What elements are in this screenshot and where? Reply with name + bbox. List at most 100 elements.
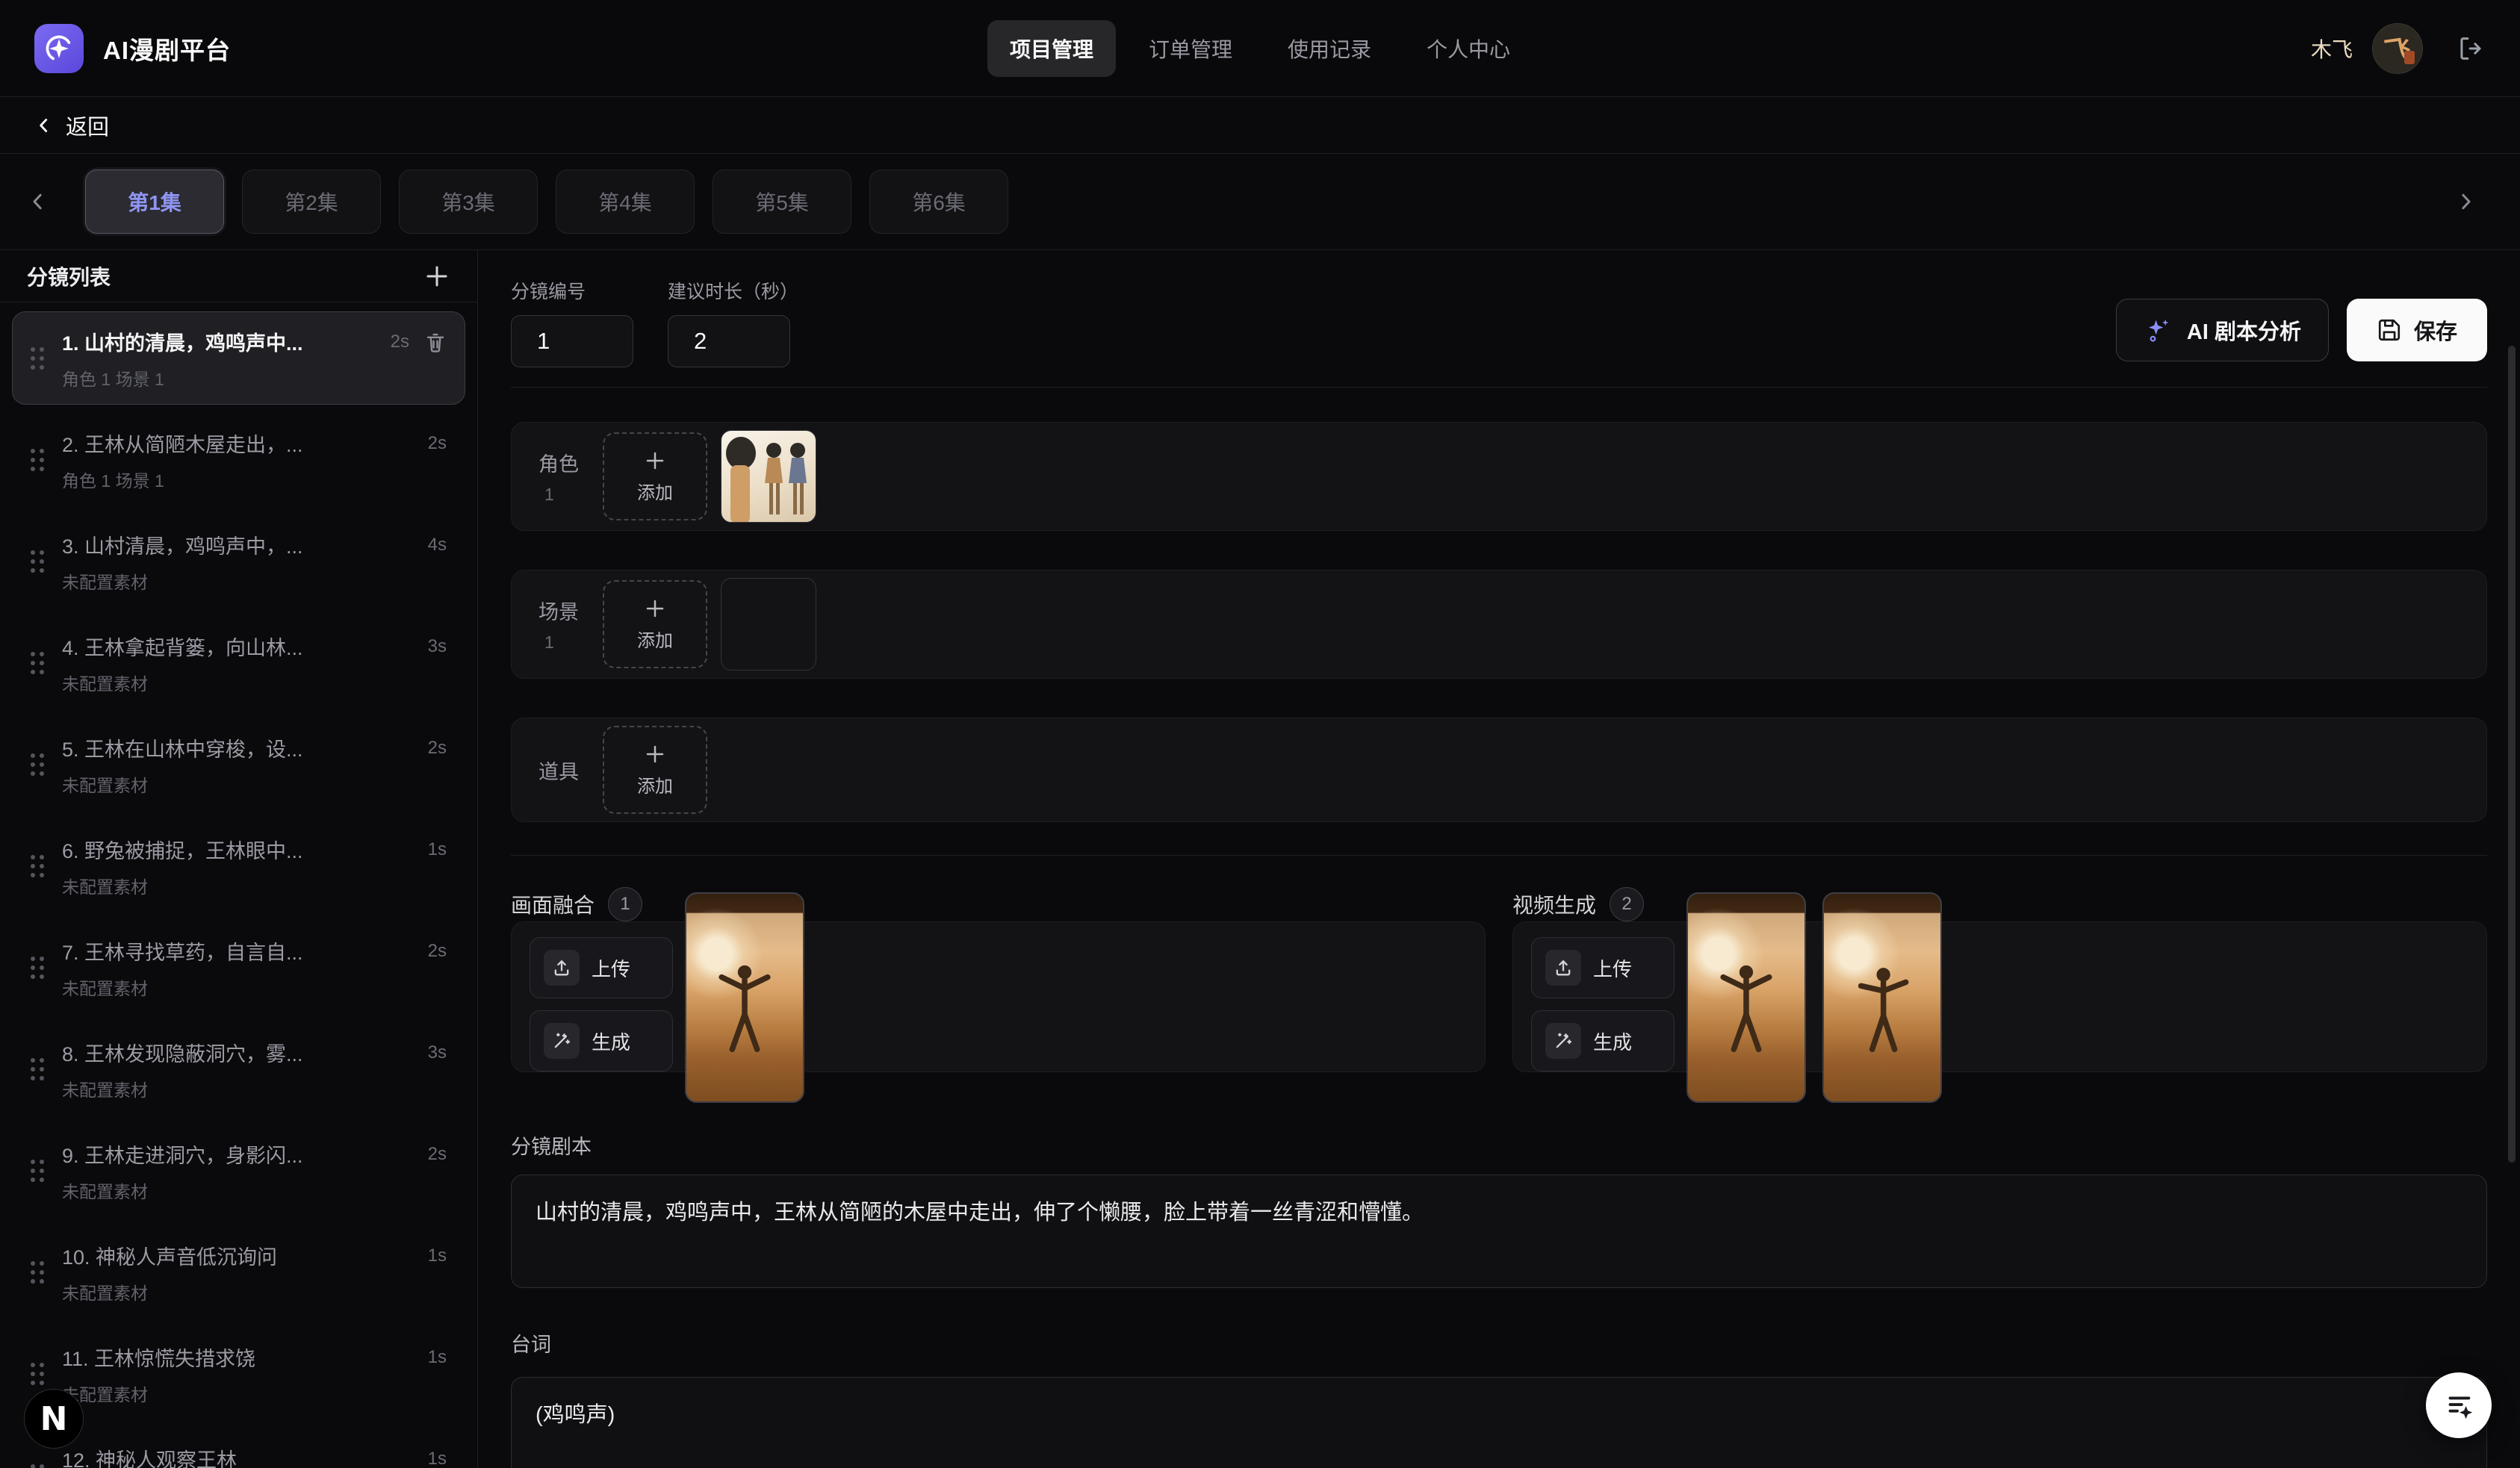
sparkle-logo-icon [43, 32, 75, 65]
shot-title: 11. 王林惊慌失措求饶 [62, 1343, 418, 1372]
video-thumbnail-1[interactable] [1686, 892, 1806, 1103]
episode-tab[interactable]: 第1集 [85, 169, 224, 234]
shot-number-input[interactable]: 1 [511, 315, 633, 367]
duration-input[interactable]: 2 [668, 315, 790, 367]
shot-list-item[interactable]: 4. 王林拿起背篓，向山林... 3s 未配置素材 [12, 616, 465, 709]
drag-handle-icon[interactable] [31, 347, 44, 370]
episode-tab[interactable]: 第4集 [556, 169, 695, 234]
ai-script-analysis-button[interactable]: AI 剧本分析 [2116, 299, 2329, 361]
shot-meta: 未配置素材 [62, 1279, 447, 1304]
character-row: 角色 1 添加 [511, 422, 2487, 531]
lines-textarea[interactable]: (鸡鸣声) [511, 1377, 2487, 1468]
shot-list-sidebar: 分镜列表 1. 山村的清晨，鸡鸣声中... 2s [0, 250, 478, 1468]
shot-list-title: 分镜列表 [27, 261, 111, 291]
nav-item[interactable]: 使用记录 [1265, 20, 1394, 77]
add-shot-button[interactable] [423, 263, 450, 290]
logout-button[interactable] [2456, 34, 2486, 63]
scene-thumbnail[interactable] [721, 578, 816, 671]
plus-icon [644, 743, 666, 765]
generate-label: 生成 [1593, 1027, 1632, 1055]
tabs-next-button[interactable] [2450, 186, 2481, 217]
add-scene-button[interactable]: 添加 [603, 580, 707, 668]
shot-list-item[interactable]: 10. 神秘人声音低沉询问 1s 未配置素材 [12, 1225, 465, 1319]
back-button[interactable]: 返回 [34, 110, 109, 141]
video-thumbnail-2[interactable] [1822, 892, 1942, 1103]
episode-tab[interactable]: 第3集 [399, 169, 538, 234]
shot-duration: 3s [428, 636, 447, 657]
shot-duration: 2s [391, 332, 409, 352]
character-count: 1 [539, 485, 603, 505]
save-button[interactable]: 保存 [2347, 299, 2487, 361]
drag-handle-icon[interactable] [31, 449, 44, 471]
drag-handle-icon[interactable] [31, 1160, 44, 1182]
drag-handle-icon[interactable] [31, 957, 44, 979]
shot-meta: 未配置素材 [62, 771, 447, 797]
nav-item[interactable]: 订单管理 [1126, 20, 1255, 77]
episode-tab[interactable]: 第5集 [713, 169, 851, 234]
ai-analysis-label: AI 剧本分析 [2187, 314, 2301, 346]
shot-list-item[interactable]: 2. 王林从简陋木屋走出，... 2s 角色 1 场景 1 [12, 413, 465, 506]
prop-label: 道具 [539, 756, 603, 785]
video-generate-button[interactable]: 生成 [1531, 1010, 1675, 1072]
shot-meta: 未配置素材 [62, 1381, 447, 1406]
episode-tab[interactable]: 第2集 [242, 169, 381, 234]
shot-list-item[interactable]: 12. 神秘人观察王林 1s 未配置素材 [12, 1428, 465, 1468]
avatar[interactable]: 飞 [2372, 23, 2423, 74]
shot-title: 7. 王林寻找草药，自言自... [62, 936, 418, 965]
back-row: 返回 [0, 97, 2520, 154]
nav-item-label: 项目管理 [1010, 34, 1093, 63]
shot-list-item[interactable]: 8. 王林发现隐蔽洞穴，雾... 3s 未配置素材 [12, 1022, 465, 1116]
drag-handle-icon[interactable] [31, 652, 44, 674]
upload-label: 上传 [1593, 954, 1632, 982]
drag-handle-icon[interactable] [31, 1058, 44, 1080]
shot-list-item[interactable]: 5. 王林在山林中穿梭，设... 2s 未配置素材 [12, 718, 465, 811]
scrollbar-thumb[interactable] [2508, 346, 2516, 1163]
episode-tab[interactable]: 第6集 [869, 169, 1008, 234]
drag-handle-icon[interactable] [31, 1261, 44, 1284]
chevron-left-icon [34, 116, 54, 135]
shot-list-item[interactable]: 6. 野兔被捕捉，王林眼中... 1s 未配置素材 [12, 819, 465, 912]
drag-handle-icon[interactable] [31, 855, 44, 877]
script-textarea[interactable]: 山村的清晨，鸡鸣声中，王林从简陋的木屋中走出，伸了个懒腰，脸上带着一丝青涩和懵懂… [511, 1175, 2487, 1288]
shot-title: 4. 王林拿起背篓，向山林... [62, 632, 418, 661]
generate-label: 生成 [592, 1027, 630, 1055]
fusion-upload-button[interactable]: 上传 [530, 937, 673, 998]
shot-list-item[interactable]: 3. 山村清晨，鸡鸣声中，... 4s 未配置素材 [12, 514, 465, 608]
shot-list-item[interactable]: 7. 王林寻找草药，自言自... 2s 未配置素材 [12, 921, 465, 1014]
avatar-seal [2404, 51, 2415, 64]
nav-item[interactable]: 项目管理 [987, 20, 1116, 77]
episode-tab-label: 第2集 [285, 187, 338, 217]
character-thumbnail[interactable] [721, 430, 816, 523]
fusion-image-thumbnail[interactable] [685, 892, 804, 1103]
shot-list: 1. 山村的清晨，鸡鸣声中... 2s 角色 1 场景 1 [0, 302, 477, 1468]
drag-handle-icon[interactable] [31, 550, 44, 573]
add-character-button[interactable]: 添加 [603, 432, 707, 520]
shot-list-item[interactable]: 9. 王林走进洞穴，身影闪... 2s 未配置素材 [12, 1124, 465, 1217]
ai-assistant-fab[interactable] [2426, 1372, 2492, 1438]
episode-tabs: 第1集 第2集 第3集 第4集 第5集 第6集 [85, 169, 1008, 234]
delete-shot-button[interactable] [424, 331, 447, 353]
shot-title: 10. 神秘人声音低沉询问 [62, 1241, 418, 1270]
video-upload-button[interactable]: 上传 [1531, 937, 1675, 998]
shot-list-item[interactable]: 1. 山村的清晨，鸡鸣声中... 2s 角色 1 场景 1 [12, 311, 465, 405]
shot-duration: 2s [428, 941, 447, 962]
add-prop-button[interactable]: 添加 [603, 726, 707, 814]
shot-title: 9. 王林走进洞穴，身影闪... [62, 1139, 418, 1169]
shot-duration: 1s [428, 1449, 447, 1468]
nav-item[interactable]: 个人中心 [1404, 20, 1533, 77]
fusion-generate-button[interactable]: 生成 [530, 1010, 673, 1072]
plus-icon [644, 597, 666, 620]
shot-duration: 2s [428, 433, 447, 454]
plus-icon [644, 450, 666, 472]
scene-row: 场景 1 添加 [511, 570, 2487, 679]
drag-handle-icon[interactable] [31, 1363, 44, 1385]
drag-handle-icon[interactable] [31, 753, 44, 776]
tabs-prev-button[interactable] [22, 186, 54, 217]
list-sparkle-icon [2442, 1388, 2476, 1422]
drag-handle-icon[interactable] [31, 1464, 44, 1468]
shot-meta: 角色 1 场景 1 [62, 365, 447, 391]
shot-title: 12. 神秘人观察王林 [62, 1444, 418, 1468]
nextjs-dev-badge[interactable]: N [24, 1389, 84, 1449]
trash-icon [424, 331, 447, 353]
plus-icon [423, 263, 450, 290]
